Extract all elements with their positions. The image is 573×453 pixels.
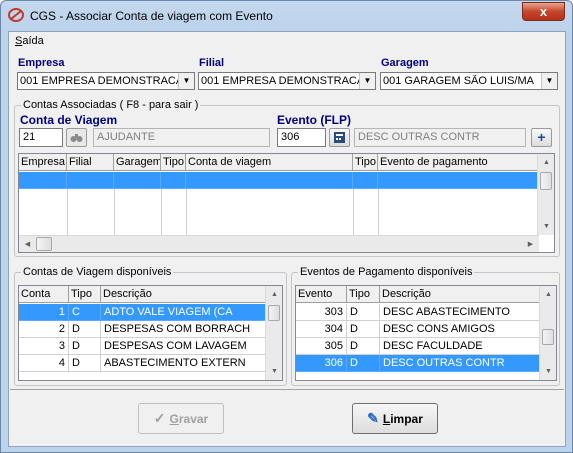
arrow-down-icon[interactable]: ▼ [266,363,282,380]
checkmark-icon: ✓ [153,410,166,426]
col-filial[interactable]: Filial [67,154,114,171]
col-tipo[interactable]: Tipo [69,286,101,303]
table-row[interactable]: 305 D DESC FACULDADE [296,338,541,355]
conta-code-input[interactable]: 21 [19,128,63,147]
calculator-icon[interactable] [329,128,350,147]
col-conta[interactable]: Conta [19,286,69,303]
contas-disponiveis-group: Contas de Viagem disponíveis Conta Tipo … [14,266,287,386]
conta-viagem-label: Conta de Viagem [20,113,118,127]
group-title: Contas de Viagem disponíveis [21,266,174,278]
table-row[interactable]: 306 D DESC OUTRAS CONTR [296,355,541,372]
table-header: Evento Tipo Descrição [296,286,541,303]
filial-label: Filial [199,57,225,69]
chevron-down-icon[interactable]: ▼ [178,73,194,89]
vertical-scrollbar[interactable]: ▲ ▼ [539,286,556,380]
col-evento-pagamento[interactable]: Evento de pagamento [378,154,539,171]
client-area: Saída Empresa 001 EMPRESA DEMONSTRACA ▼ … [8,31,566,447]
vertical-scrollbar[interactable]: ▲ ▼ [537,154,554,235]
group-title: Eventos de Pagamento disponíveis [298,266,475,278]
horizontal-scrollbar[interactable]: ◀ ▶ [19,235,539,252]
col-descricao[interactable]: Descrição [380,286,541,303]
arrow-up-icon[interactable]: ▲ [266,286,282,303]
contas-associadas-group: Contas Associadas ( F8 - para sair ) Con… [14,99,560,257]
associations-table[interactable]: Empresa Filial Garagem Tipo Conta de via… [18,153,555,253]
filial-select[interactable]: 001 EMPRESA DEMONSTRACA ▼ [198,72,376,90]
table-row[interactable]: 304 D DESC CONS AMIGOS [296,321,541,338]
arrow-left-icon[interactable]: ◀ [19,236,36,252]
menu-saida[interactable]: Saída [15,35,44,47]
eventos-table[interactable]: Evento Tipo Descrição 303 D DESC ABASTEC… [295,285,557,381]
scroll-thumb[interactable] [36,237,52,251]
table-row[interactable]: 2 D DESPESAS COM BORRACH [19,321,267,338]
close-button[interactable]: x [522,2,565,21]
table-row[interactable]: 3 D DESPESAS COM LAVAGEM [19,338,267,355]
cgs-logo-icon [8,8,24,22]
evento-code-input[interactable]: 306 [277,128,326,147]
arrow-up-icon[interactable]: ▲ [540,286,556,303]
binoculars-icon[interactable] [66,128,87,147]
col-conta-viagem[interactable]: Conta de viagem [186,154,353,171]
conta-desc-field: AJUDANTE [93,128,270,147]
table-header: Conta Tipo Descrição [19,286,267,303]
table-row[interactable]: 4 D ABASTECIMENTO EXTERN [19,355,267,372]
group-title: Contas Associadas ( F8 - para sair ) [21,99,201,111]
main-window: CGS - Associar Conta de viagem com Event… [0,0,573,453]
menu-bar: Saída [9,32,565,51]
chevron-down-icon[interactable]: ▼ [359,73,375,89]
arrow-up-icon[interactable]: ▲ [538,154,554,171]
col-tipo-evento[interactable]: Tipo [353,154,378,171]
chevron-down-icon[interactable]: ▼ [541,73,557,89]
col-evento[interactable]: Evento [296,286,347,303]
garagem-select[interactable]: 001 GARAGEM SÃO LUIS/MA ▼ [380,72,558,90]
table-row[interactable] [19,172,539,189]
table-row[interactable]: 1 C ADTO VALE VIAGEM (CA [19,304,267,321]
col-tipo[interactable]: Tipo [347,286,380,303]
eventos-disponiveis-group: Eventos de Pagamento disponíveis Evento … [291,266,560,386]
gravar-button[interactable]: ✓ Gravar [138,403,224,434]
evento-desc-field: DESC OUTRAS CONTR [354,128,526,147]
scroll-thumb[interactable] [542,329,554,345]
table-header: Empresa Filial Garagem Tipo Conta de via… [19,154,539,171]
evento-flp-label: Evento (FLP) [277,113,351,127]
plus-icon[interactable]: + [531,128,552,147]
title-bar: CGS - Associar Conta de viagem com Event… [1,1,572,29]
table-row[interactable]: 303 D DESC ABASTECIMENTO [296,304,541,321]
arrow-right-icon[interactable]: ▶ [522,236,539,252]
empresa-label: Empresa [18,57,65,69]
button-bar: ✓ Gravar ✎ Limpar [10,389,564,446]
col-tipo[interactable]: Tipo [161,154,186,171]
garagem-label: Garagem [381,57,429,69]
contas-table[interactable]: Conta Tipo Descrição 1 C ADTO VALE VIAGE… [18,285,283,381]
empresa-select[interactable]: 001 EMPRESA DEMONSTRACA ▼ [17,72,195,90]
scroll-thumb[interactable] [540,172,552,190]
scroll-thumb[interactable] [268,305,280,321]
eraser-icon: ✎ [367,410,379,426]
vertical-scrollbar[interactable]: ▲ ▼ [265,286,282,380]
window-title: CGS - Associar Conta de viagem com Event… [30,9,273,23]
col-empresa[interactable]: Empresa [19,154,67,171]
arrow-down-icon[interactable]: ▼ [538,218,554,235]
col-descricao[interactable]: Descrição [101,286,267,303]
col-garagem[interactable]: Garagem [114,154,161,171]
limpar-button[interactable]: ✎ Limpar [352,403,438,434]
arrow-down-icon[interactable]: ▼ [540,363,556,380]
